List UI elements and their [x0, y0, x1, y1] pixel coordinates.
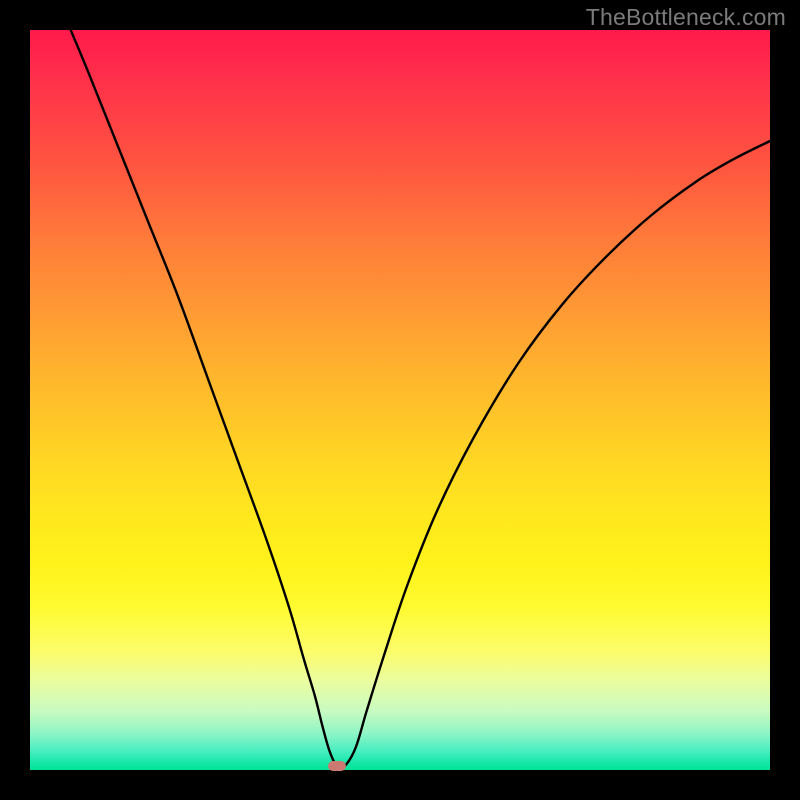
plot-area — [30, 30, 770, 770]
minimum-marker — [328, 761, 346, 771]
bottleneck-curve — [71, 30, 770, 769]
watermark-text: TheBottleneck.com — [586, 4, 786, 31]
curve-layer — [30, 30, 770, 770]
chart-frame: TheBottleneck.com — [0, 0, 800, 800]
